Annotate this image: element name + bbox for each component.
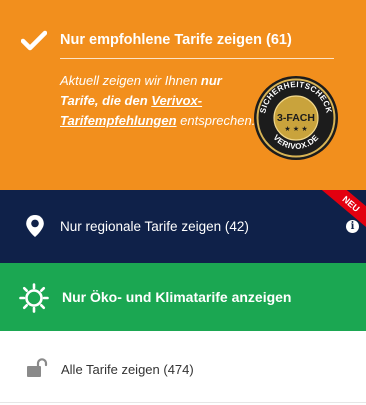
location-pin-icon [26, 215, 44, 237]
unlocked-lock-icon [27, 358, 48, 377]
recommended-title: Nur empfohlene Tarife zeigen (61) [60, 32, 292, 48]
new-badge: NEU [311, 190, 366, 240]
all-label: Alle Tarife zeigen (474) [61, 362, 194, 377]
divider [0, 402, 366, 403]
regional-label: Nur regionale Tarife zeigen (42) [60, 219, 249, 234]
seal-badge-icon: SICHERHEITSCHECK VERIVOX.DE 3-FACH ★ ★ ★ [254, 76, 338, 160]
divider [60, 58, 334, 59]
eco-tariffs-option[interactable]: Nur Öko- und Klimatarife anzeigen [0, 263, 366, 331]
recommended-description: Aktuell zeigen wir Ihnen nur Tarife, die … [60, 73, 256, 128]
svg-text:3-FACH: 3-FACH [277, 112, 315, 124]
all-tariffs-option[interactable]: Alle Tarife zeigen (474) [0, 331, 366, 405]
check-icon [21, 30, 47, 51]
eco-label: Nur Öko- und Klimatarife anzeigen [62, 289, 292, 305]
regional-tariffs-option[interactable]: Nur regionale Tarife zeigen (42) i NEU [0, 190, 366, 263]
info-icon[interactable]: i [346, 220, 359, 233]
svg-text:★ ★ ★: ★ ★ ★ [284, 125, 307, 133]
sun-icon [19, 283, 49, 313]
recommended-tariffs-option[interactable]: Nur empfohlene Tarife zeigen (61) Aktuel… [0, 0, 366, 190]
tariff-filter-panel: Nur empfohlene Tarife zeigen (61) Aktuel… [0, 0, 366, 405]
